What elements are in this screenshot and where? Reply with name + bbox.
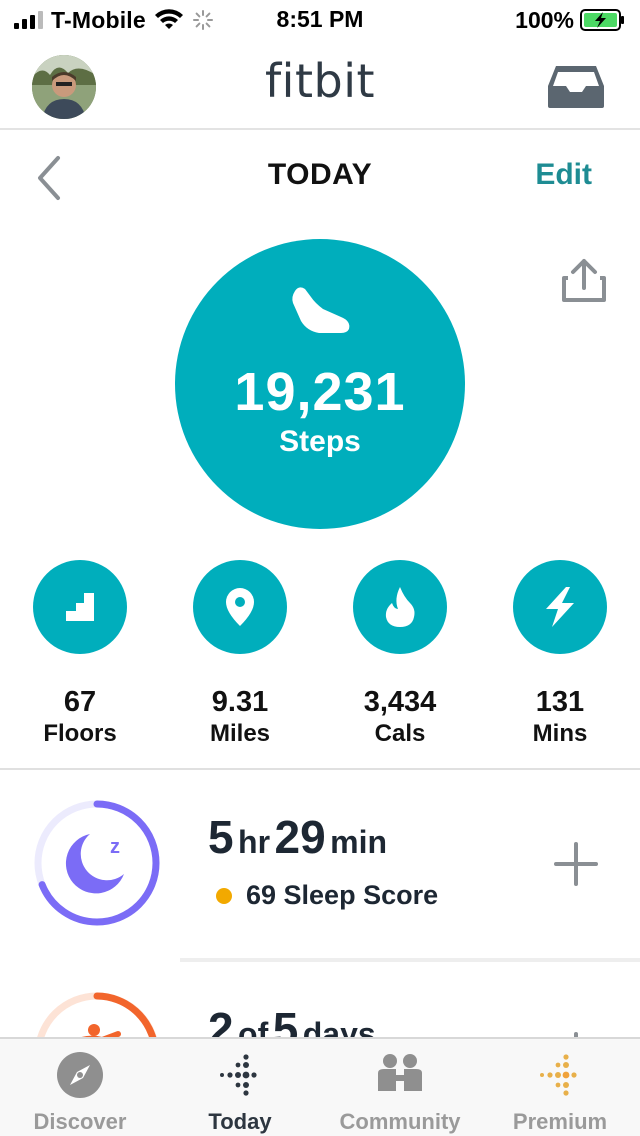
stat-label: Floors bbox=[43, 720, 117, 747]
stat-label: Miles bbox=[209, 720, 271, 747]
stat-label: Mins bbox=[532, 720, 588, 747]
tab-today[interactable]: Today bbox=[160, 1039, 320, 1136]
edit-button[interactable]: Edit bbox=[535, 158, 592, 192]
stat-value: 3,434 bbox=[363, 686, 437, 718]
lightning-icon bbox=[513, 560, 607, 654]
battery-percent: 100% bbox=[515, 6, 574, 33]
sleep-hours-unit: hr bbox=[238, 824, 271, 860]
score-dot-icon bbox=[216, 887, 232, 904]
stat-active-minutes[interactable]: 131 Mins bbox=[480, 560, 640, 750]
steps-value: 19,231 bbox=[234, 362, 406, 422]
sleep-minutes-unit: min bbox=[330, 824, 388, 860]
status-right: 100% bbox=[515, 6, 626, 34]
tab-label: Community bbox=[339, 1109, 461, 1134]
tab-community[interactable]: Community bbox=[320, 1039, 480, 1136]
stat-floors[interactable]: 67 Floors bbox=[0, 560, 160, 750]
fitbit-dots-icon bbox=[220, 1054, 257, 1096]
premium-dots-icon bbox=[540, 1054, 577, 1096]
share-icon[interactable] bbox=[560, 258, 608, 304]
stat-value: 131 bbox=[535, 686, 585, 718]
bottom-tab-bar: Discover Today Community Premium bbox=[0, 1037, 640, 1136]
steps-label: Steps bbox=[279, 425, 361, 458]
sleep-score-text: 69 Sleep Score bbox=[246, 880, 439, 910]
exercise-days: 2 of 5 days bbox=[208, 1002, 376, 1042]
community-people-icon bbox=[378, 1054, 422, 1091]
app-header: fitbit bbox=[0, 40, 640, 130]
sleep-score: 69 Sleep Score bbox=[216, 880, 438, 911]
tab-label: Premium bbox=[512, 1109, 608, 1134]
compass-icon bbox=[57, 1052, 103, 1098]
sleep-ring-icon: z bbox=[34, 800, 160, 926]
flame-icon bbox=[353, 560, 447, 654]
location-pin-icon bbox=[193, 560, 287, 654]
sleep-duration: 5 hr 29 min bbox=[208, 810, 387, 864]
svg-text:z: z bbox=[110, 836, 120, 858]
status-bar: T-Mobile 8:51 PM 100% bbox=[0, 0, 640, 40]
inbox-icon[interactable] bbox=[546, 64, 606, 110]
stat-label: Cals bbox=[374, 720, 426, 747]
stat-miles[interactable]: 9.31 Miles bbox=[160, 560, 320, 750]
tab-label: Today bbox=[208, 1109, 272, 1134]
add-sleep-plus-icon[interactable] bbox=[554, 842, 598, 886]
stairs-icon bbox=[33, 560, 127, 654]
tab-discover[interactable]: Discover bbox=[0, 1039, 160, 1136]
day-navigation: TODAY Edit bbox=[0, 132, 640, 222]
stat-value: 67 bbox=[63, 686, 97, 718]
stats-row: 67 Floors 9.31 Miles 3,434 Cals 131 Mins bbox=[0, 560, 640, 760]
stat-calories[interactable]: 3,434 Cals bbox=[320, 560, 480, 750]
exercise-ring-icon bbox=[35, 992, 159, 1042]
exercise-card[interactable]: 2 of 5 days bbox=[0, 962, 640, 1042]
steps-ring[interactable]: 19,231 Steps bbox=[175, 239, 465, 529]
battery-charging-icon bbox=[580, 9, 624, 31]
sleep-card[interactable]: z 5 hr 29 min 69 Sleep Score bbox=[0, 770, 640, 960]
tab-premium[interactable]: Premium bbox=[480, 1039, 640, 1136]
sleep-hours: 5 bbox=[208, 811, 234, 863]
stat-value: 9.31 bbox=[211, 686, 269, 718]
sleep-minutes: 29 bbox=[274, 811, 326, 863]
tab-label: Discover bbox=[33, 1109, 127, 1134]
brand-logo: fitbit bbox=[264, 54, 376, 108]
shoe-icon bbox=[292, 287, 350, 333]
